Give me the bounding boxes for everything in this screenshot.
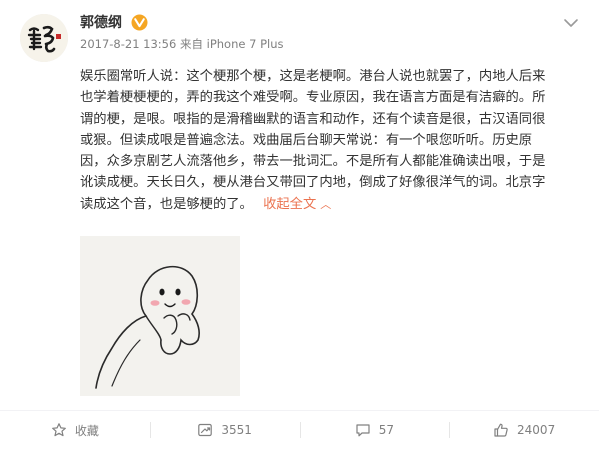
repost-count: 3551 <box>221 423 252 437</box>
source-prefix: 来自 <box>179 37 203 51</box>
favorite-label: 收藏 <box>74 423 99 438</box>
star-icon <box>51 423 66 437</box>
post-text-last-line: 读成这个音，也是够梗的了。 收起全文 ︿ <box>80 194 584 215</box>
repost-icon <box>198 423 213 437</box>
post-text-line: 谓的梗，是哏。哏指的是滑稽幽默的语言和动作，还有个读音是很，古汉语同很 <box>80 111 546 127</box>
post-text-line: 因，众多京剧艺人流落他乡，带去一批词汇。不是所有人都能准确读出哏，于是 <box>80 154 546 170</box>
repost-button[interactable]: 3551 <box>149 420 300 440</box>
author-name[interactable]: 郭德纲 <box>80 14 122 32</box>
post-timestamp[interactable]: 2017-8-21 13:56 <box>80 37 176 51</box>
post-text-line: 读成这个音，也是够梗的了。 <box>80 196 253 212</box>
post-meta: 2017-8-21 13:56 来自 iPhone 7 Plus <box>80 36 283 52</box>
post-text-line: 或狠。但读成哏是普遍念法。戏曲届后台聊天常说：有一个哏您听听。历史原 <box>80 132 533 148</box>
post-text: 娱乐圈常听人说：这个梗那个梗，这是老梗啊。港台人说也就罢了，内地人后来 也学着梗… <box>80 66 584 215</box>
cartoon-ghost-drawing <box>80 236 240 396</box>
comment-button[interactable]: 57 <box>299 420 450 440</box>
chevron-up-icon: ︿ <box>320 197 332 211</box>
like-button[interactable]: 24007 <box>449 420 599 440</box>
like-count: 24007 <box>517 423 556 437</box>
verified-v-icon <box>131 14 148 31</box>
action-bar: 收藏 3551 57 24007 <box>0 411 599 449</box>
post-text-line: 讹读成梗。天长日久，梗从港台又带回了内地，倒成了好像很洋气的词。北京字 <box>80 175 546 191</box>
thumbs-up-icon <box>494 423 508 437</box>
post-device: iPhone 7 Plus <box>206 37 284 51</box>
collapse-full-text-link[interactable]: 收起全文 ︿ <box>263 197 331 212</box>
comment-count: 57 <box>378 423 395 437</box>
chevron-down-icon[interactable] <box>562 16 580 30</box>
avatar[interactable] <box>20 14 68 62</box>
favorite-button[interactable]: 收藏 <box>0 420 150 440</box>
post-image[interactable] <box>80 236 240 396</box>
post-text-line: 娱乐圈常听人说：这个梗那个梗，这是老梗啊。港台人说也就罢了，内地人后来 <box>80 69 546 84</box>
post-text-line: 也学着梗梗梗的，弄的我这个难受啊。专业原因，我在语言方面是有洁癖的。所 <box>80 90 546 106</box>
comment-icon <box>356 424 370 437</box>
weibo-post-card: 郭德纲 2017-8-21 13:56 来自 iPhone 7 Plus 娱乐圈… <box>0 0 599 449</box>
collapse-label: 收起全文 <box>263 196 317 212</box>
calligraphy-avatar-icon <box>20 14 68 62</box>
